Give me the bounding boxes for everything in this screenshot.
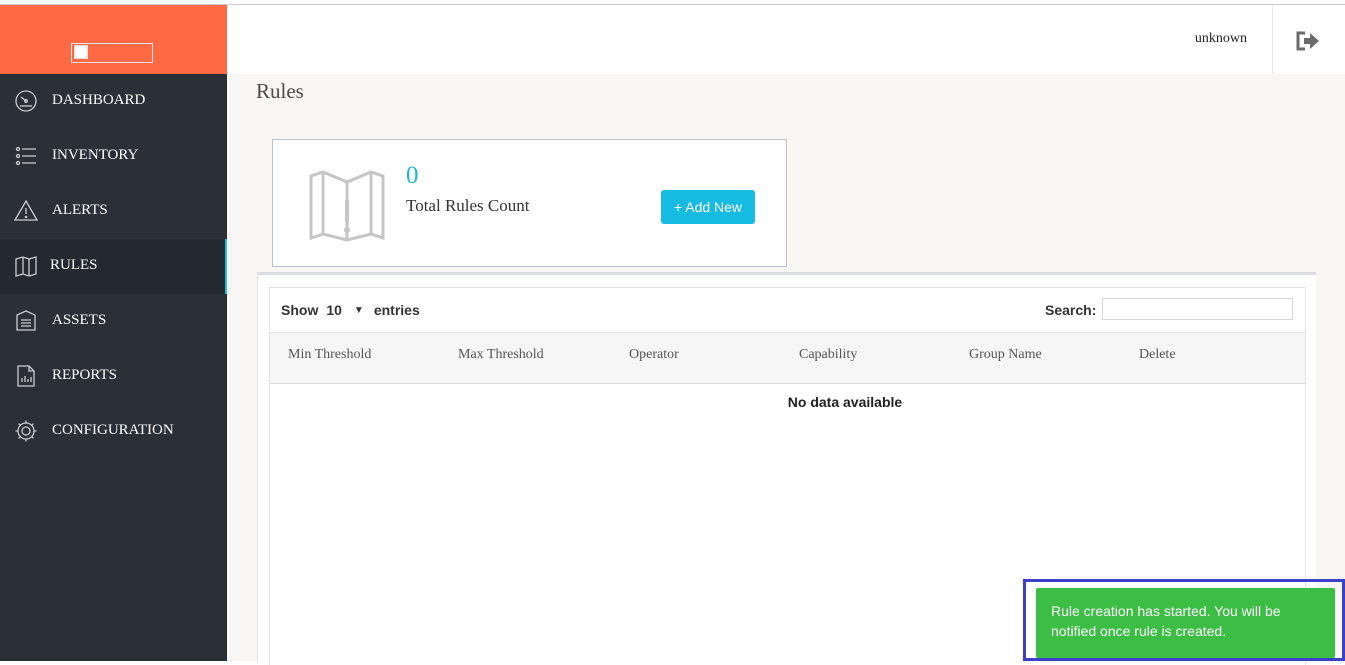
report-icon — [17, 365, 35, 387]
speedometer-icon — [15, 90, 37, 112]
list-icon — [15, 146, 36, 166]
main-content: Rules 0 Total Rules Count + Add New Show… — [227, 74, 1345, 665]
toast-highlight: Rule creation has started. You will be n… — [1023, 579, 1345, 661]
sidebar-item-alerts[interactable]: ALERTS — [0, 184, 227, 239]
user-name[interactable]: unknown — [1195, 31, 1247, 47]
sidebar-nav: DASHBOARD INVENTORY ALERTS RULES ASSETS … — [0, 74, 227, 459]
sidebar-item-rules[interactable]: RULES — [0, 239, 227, 294]
page-size-control: Show 10 ▼ entries — [281, 302, 420, 318]
sidebar-item-label: ALERTS — [52, 202, 108, 218]
column-header-operator[interactable]: Operator — [629, 347, 679, 363]
book-icon — [15, 256, 37, 277]
top-header: unknown — [227, 5, 1345, 74]
column-header-capability[interactable]: Capability — [799, 347, 857, 363]
sidebar-item-label: INVENTORY — [52, 147, 139, 163]
column-header-group-name[interactable]: Group Name — [969, 347, 1042, 363]
sidebar-item-label: DASHBOARD — [52, 92, 146, 108]
empty-table-message: No data available — [787, 394, 903, 410]
sidebar-item-label: CONFIGURATION — [52, 422, 174, 438]
caret-down-icon: ▼ — [353, 304, 364, 316]
entries-label: entries — [373, 302, 420, 318]
rules-count-card: 0 Total Rules Count + Add New — [272, 139, 787, 267]
gear-icon — [15, 420, 37, 442]
rules-count-value: 0 — [406, 162, 419, 189]
page-title: Rules — [256, 79, 304, 103]
rules-count-label: Total Rules Count — [406, 196, 530, 215]
search-label: Search: — [1045, 302, 1097, 318]
rules-book-icon — [309, 170, 385, 242]
page-size-value: 10 — [326, 302, 342, 318]
table-header-row: Min Threshold Max Threshold Operator Cap… — [270, 332, 1305, 384]
warning-icon — [14, 199, 38, 221]
toast-notification[interactable]: Rule creation has started. You will be n… — [1036, 588, 1335, 658]
sidebar-item-label: RULES — [50, 257, 98, 273]
sidebar: DASHBOARD INVENTORY ALERTS RULES ASSETS … — [0, 5, 227, 661]
search-input[interactable] — [1102, 298, 1293, 320]
sidebar-item-assets[interactable]: ASSETS — [0, 294, 227, 349]
sidebar-item-label: REPORTS — [52, 367, 117, 383]
header-divider — [1272, 5, 1273, 74]
column-header-delete[interactable]: Delete — [1139, 347, 1176, 363]
brand-bar — [0, 5, 227, 74]
sidebar-item-label: ASSETS — [52, 312, 107, 328]
sidebar-item-configuration[interactable]: CONFIGURATION — [0, 404, 227, 459]
add-new-button[interactable]: + Add New — [661, 190, 755, 224]
assets-icon — [16, 310, 36, 331]
column-header-max-threshold[interactable]: Max Threshold — [458, 347, 544, 363]
column-header-min-threshold[interactable]: Min Threshold — [288, 347, 371, 363]
show-label: Show — [281, 302, 319, 318]
logo-image[interactable] — [71, 43, 153, 63]
sidebar-item-inventory[interactable]: INVENTORY — [0, 129, 227, 184]
broken-image-icon — [74, 45, 88, 59]
logout-icon[interactable] — [1295, 30, 1321, 52]
page-size-select[interactable]: 10 ▼ — [326, 302, 363, 318]
sidebar-item-dashboard[interactable]: DASHBOARD — [0, 74, 227, 129]
sidebar-item-reports[interactable]: REPORTS — [0, 349, 227, 404]
